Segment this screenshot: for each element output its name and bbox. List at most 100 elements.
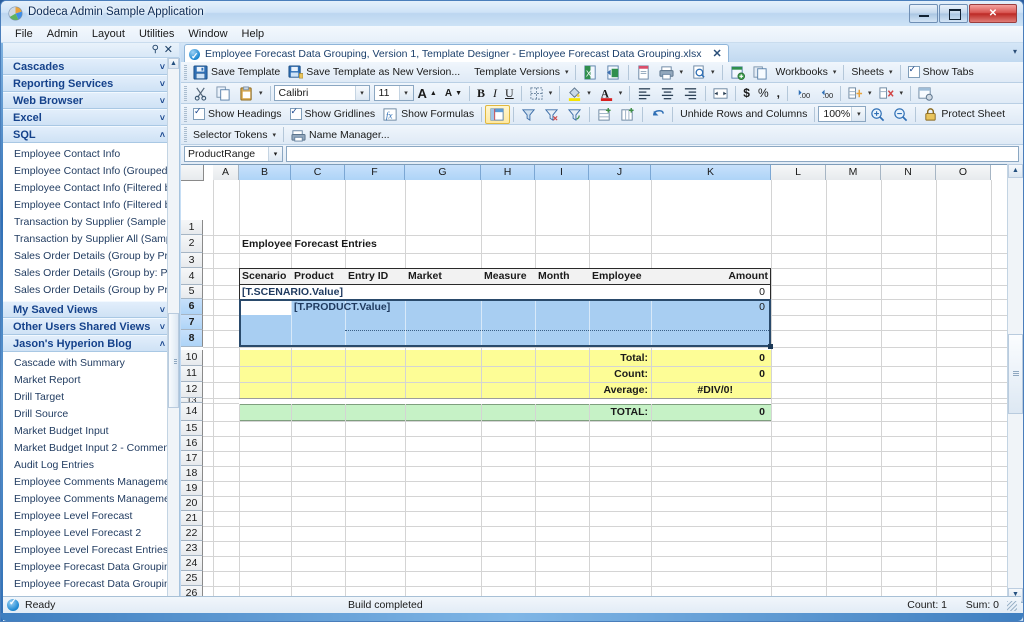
workbooks-button[interactable]: Workbooks ▾: [772, 63, 841, 82]
protect-sheet-button[interactable]: Protect Sheet: [919, 105, 1009, 124]
align-center-button[interactable]: [656, 84, 679, 103]
nav-list-item[interactable]: Employee Contact Info: [3, 146, 179, 163]
nav-group-header[interactable]: Excel ˅: [3, 109, 179, 126]
chevron-down-icon[interactable]: ▾: [259, 89, 263, 97]
row-header-21[interactable]: 21: [181, 511, 203, 526]
panel-close-icon[interactable]: ✕: [164, 43, 173, 56]
nav-list-item[interactable]: Market Budget Input 2 - Comments: [3, 440, 179, 457]
percent-format-button[interactable]: %: [754, 84, 773, 103]
row-header-20[interactable]: 20: [181, 496, 203, 511]
row-header-4[interactable]: 4: [181, 268, 203, 285]
grand-total-label-cell[interactable]: TOTAL:: [561, 403, 651, 421]
row-header-17[interactable]: 17: [181, 451, 203, 466]
italic-button[interactable]: I: [489, 84, 501, 103]
underline-button[interactable]: U: [501, 84, 518, 103]
font-color-button[interactable]: A ▾: [595, 84, 627, 103]
nav-list-item[interactable]: Cascade with Summary: [3, 355, 179, 372]
nav-group-header[interactable]: SQL ˄: [3, 126, 179, 143]
row-header-6[interactable]: 6: [181, 299, 203, 315]
row-header-24[interactable]: 24: [181, 556, 203, 571]
format-cells-button[interactable]: [914, 84, 937, 103]
nav-list-item[interactable]: Employee Forecast Data Grouping 2: [3, 576, 179, 593]
column-header-G[interactable]: G: [405, 165, 481, 180]
nav-group-header[interactable]: Other Users Shared Views ˅: [3, 318, 179, 335]
nav-list-item[interactable]: Employee Level Forecast 2: [3, 525, 179, 542]
count-value-cell[interactable]: 0: [651, 366, 768, 382]
chevron-icon[interactable]: ˅: [160, 59, 165, 76]
unhide-rows-and-columns-button[interactable]: Unhide Rows and Columns: [676, 105, 811, 124]
toolbar-grip[interactable]: [184, 127, 187, 142]
row-header-11[interactable]: 11: [181, 366, 203, 382]
row-header-23[interactable]: 23: [181, 541, 203, 556]
row-header-2[interactable]: 2: [181, 235, 203, 253]
bold-button[interactable]: B: [473, 84, 489, 103]
chevron-down-icon[interactable]: ▾: [851, 107, 866, 121]
column-header-A[interactable]: A: [213, 165, 239, 180]
selector-tokens-button[interactable]: Selector Tokens ▾: [189, 125, 280, 144]
toolbar-grip[interactable]: [184, 64, 187, 80]
scenario-token-cell[interactable]: [T.SCENARIO.Value]: [239, 285, 379, 299]
header-entry-id[interactable]: Entry ID: [345, 268, 405, 285]
nav-group-header[interactable]: Cascades ˅: [3, 58, 179, 75]
page-setup-button[interactable]: [632, 63, 655, 82]
row-header-18[interactable]: 18: [181, 466, 203, 481]
scroll-up-arrow[interactable]: ▲: [168, 58, 179, 69]
grand-total-value-cell[interactable]: 0: [651, 403, 768, 421]
zoom-combo[interactable]: 100% ▾: [818, 106, 867, 122]
import-excel-button[interactable]: [602, 63, 625, 82]
average-label-cell[interactable]: Average:: [561, 382, 651, 398]
increase-decimal-button[interactable]: .00: [791, 84, 814, 103]
column-header-F[interactable]: F: [345, 165, 405, 180]
zoom-in-button[interactable]: [866, 105, 889, 124]
nav-list-item[interactable]: Employee Level Forecast Entries: [3, 542, 179, 559]
active-cell[interactable]: [241, 301, 291, 315]
chevron-down-icon[interactable]: ▾: [711, 68, 715, 76]
resize-grip-icon[interactable]: [1007, 601, 1017, 611]
menu-item-file[interactable]: File: [8, 27, 40, 41]
row-header-8[interactable]: 8: [181, 330, 203, 347]
column-header-O[interactable]: O: [936, 165, 991, 180]
panel-scrollbar[interactable]: ▲ ▼: [167, 58, 179, 621]
scroll-thumb[interactable]: [1008, 334, 1023, 414]
column-header-H[interactable]: H: [481, 165, 535, 180]
nav-list-item[interactable]: Sales Order Details (Group by Prod...: [3, 248, 179, 265]
chevron-icon[interactable]: ˅: [160, 93, 165, 110]
formula-input[interactable]: [286, 146, 1019, 162]
menu-item-admin[interactable]: Admin: [40, 27, 85, 41]
header-scenario[interactable]: Scenario: [239, 268, 291, 285]
row-header-19[interactable]: 19: [181, 481, 203, 496]
maximize-button[interactable]: [939, 4, 968, 23]
scroll-up-arrow[interactable]: ▲: [1008, 164, 1023, 178]
show-tabs-checkbox[interactable]: Show Tabs: [904, 63, 978, 82]
menu-item-layout[interactable]: Layout: [85, 27, 132, 41]
close-icon[interactable]: ✕: [712, 45, 721, 63]
chevron-down-icon[interactable]: ▾: [398, 86, 413, 100]
row-header-25[interactable]: 25: [181, 571, 203, 586]
row-header-7[interactable]: 7: [181, 315, 203, 330]
header-product[interactable]: Product: [291, 268, 345, 285]
nav-list-item[interactable]: Employee Comments Management...: [3, 474, 179, 491]
row-header-5[interactable]: 5: [181, 285, 203, 299]
nav-list-item[interactable]: Audit Log Entries: [3, 457, 179, 474]
chevron-down-icon[interactable]: ▾: [549, 89, 553, 97]
header-employee[interactable]: Employee: [589, 268, 651, 285]
sheets-button[interactable]: Sheets ▾: [847, 63, 896, 82]
column-header-I[interactable]: I: [535, 165, 589, 180]
row-header-1[interactable]: 1: [181, 220, 203, 235]
nav-list-item[interactable]: Drill Target: [3, 389, 179, 406]
nav-group-header[interactable]: My Saved Views ˅: [3, 301, 179, 318]
chevron-icon[interactable]: ˄: [160, 336, 165, 353]
align-left-button[interactable]: [633, 84, 656, 103]
delete-cells-button[interactable]: ▾: [875, 84, 907, 103]
name-manager-button[interactable]: Name Manager...: [287, 125, 394, 144]
close-button[interactable]: ✕: [969, 4, 1017, 23]
row-header-14[interactable]: 14: [181, 403, 203, 421]
font-name-combo[interactable]: Calibri ▾: [273, 85, 370, 101]
count-label-cell[interactable]: Count:: [561, 366, 651, 382]
print-preview-button[interactable]: ▾: [687, 63, 719, 82]
print-button[interactable]: ▾: [655, 63, 687, 82]
nav-list-item[interactable]: Employee Comments Management: [3, 491, 179, 508]
chevron-down-icon[interactable]: ▾: [354, 86, 369, 100]
align-right-button[interactable]: [679, 84, 702, 103]
zoom-out-button[interactable]: [889, 105, 912, 124]
